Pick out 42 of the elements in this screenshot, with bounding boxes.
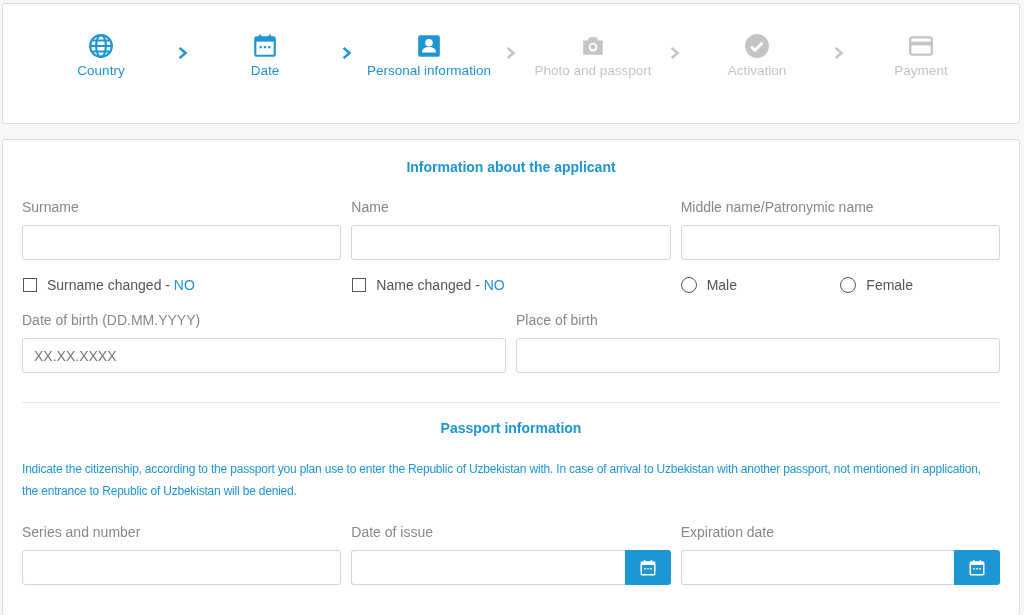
chevron-right-icon (341, 45, 353, 61)
radio-label[interactable]: Female (866, 277, 913, 293)
calendar-icon (968, 558, 986, 577)
input-field[interactable] (22, 225, 342, 260)
chevron-right-icon (505, 45, 517, 61)
checkbox-label[interactable]: Surname changed - NO (47, 277, 195, 293)
field-label: Name (351, 199, 390, 215)
checkbox[interactable] (23, 278, 37, 292)
field-label: Series and number (22, 524, 142, 540)
step-label: Activation (727, 63, 787, 78)
input-field[interactable] (516, 338, 1000, 373)
checkbox[interactable] (352, 278, 367, 292)
calendar-button[interactable] (624, 550, 671, 585)
calendar-button[interactable] (954, 550, 1000, 585)
info-note: Indicate the citizenship, according to the passport you plan use to enter the Republic of Uzbekistan with. In case of arrival to Uzbekistan with another passport, not mentioned in application, the entrance to Republic of Uzbekistan will be denied. (22, 461, 982, 500)
section-title: Information about the applicant (405, 159, 617, 175)
globe-icon (88, 33, 114, 59)
calendar-icon (638, 558, 657, 577)
input-field[interactable] (22, 550, 342, 585)
card-icon (908, 33, 934, 59)
input-field[interactable] (680, 225, 1000, 260)
field-label: Middle name/Patronymic name (680, 199, 875, 215)
radio-label[interactable]: Male (706, 277, 737, 293)
section-title: Passport information (439, 420, 583, 436)
checkbox-label[interactable]: Name changed - NO (376, 277, 505, 293)
step-label: Photo and passport (534, 63, 652, 78)
date-field[interactable] (351, 550, 625, 585)
person-icon (416, 33, 442, 59)
field-label: Surname (22, 199, 80, 215)
date-field[interactable] (680, 550, 954, 585)
field-label: Place of birth (516, 312, 599, 328)
chevron-right-icon (669, 45, 681, 61)
chevron-right-icon (833, 45, 845, 61)
check-circle-icon (744, 33, 770, 59)
input-field[interactable]: XX.XX.XXXX (22, 338, 506, 373)
chevron-right-icon (177, 45, 189, 61)
field-label: Date of birth (DD.MM.YYYY) (22, 312, 202, 328)
step-label: Payment (894, 63, 948, 78)
field-label: Date of issue (351, 524, 435, 540)
calendar-icon (252, 33, 278, 59)
input-field[interactable] (351, 225, 671, 260)
field-label: Expiration date (680, 524, 776, 540)
